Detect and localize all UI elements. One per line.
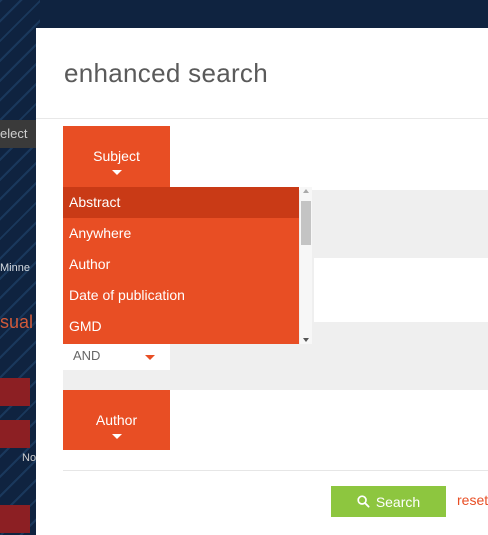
background-red-block <box>0 378 30 406</box>
field-selector-author[interactable]: Author <box>63 390 170 450</box>
dropdown-option[interactable]: Anywhere <box>63 218 299 249</box>
field-selector-subject[interactable]: Subject <box>63 126 170 188</box>
background-red-block <box>0 420 30 448</box>
search-button[interactable]: Search <box>331 486 446 517</box>
operator-select[interactable]: AND <box>63 344 170 370</box>
author-search-input[interactable] <box>170 390 488 452</box>
scroll-down-arrow-icon[interactable] <box>303 338 309 342</box>
dropdown-option[interactable]: GMD <box>63 311 299 342</box>
operator-select-value: AND <box>73 348 101 363</box>
modal-title: enhanced search <box>64 58 268 88</box>
field-selector-label: Subject <box>93 148 140 164</box>
caret-down-icon <box>145 355 155 360</box>
second-search-input[interactable] <box>314 258 488 322</box>
dropdown-scrollbar[interactable] <box>300 187 312 344</box>
reset-link[interactable]: reset <box>457 492 488 508</box>
caret-down-icon <box>111 170 122 175</box>
background-minne-text: Minne <box>0 262 30 274</box>
background-ual-text: sual <box>0 312 34 332</box>
divider <box>63 470 488 471</box>
dropdown-option[interactable]: Abstract <box>63 187 299 218</box>
dropdown-option[interactable]: Date of publication <box>63 280 299 311</box>
field-dropdown-list: Abstract Anywhere Author Date of publica… <box>63 187 299 344</box>
enhanced-search-modal: enhanced search Subject AND Author Abstr… <box>36 28 488 535</box>
background-red-block <box>0 505 30 533</box>
search-icon <box>357 495 370 508</box>
background-select-text: elect <box>0 120 36 148</box>
field-selector-label: Author <box>95 412 138 428</box>
search-button-label: Search <box>375 493 421 510</box>
scroll-up-arrow-icon[interactable] <box>303 189 309 193</box>
dropdown-option[interactable]: Author <box>63 249 299 280</box>
caret-down-icon <box>111 434 122 439</box>
divider <box>36 118 488 119</box>
scrollbar-thumb[interactable] <box>301 201 311 245</box>
subject-search-input[interactable] <box>170 126 488 190</box>
